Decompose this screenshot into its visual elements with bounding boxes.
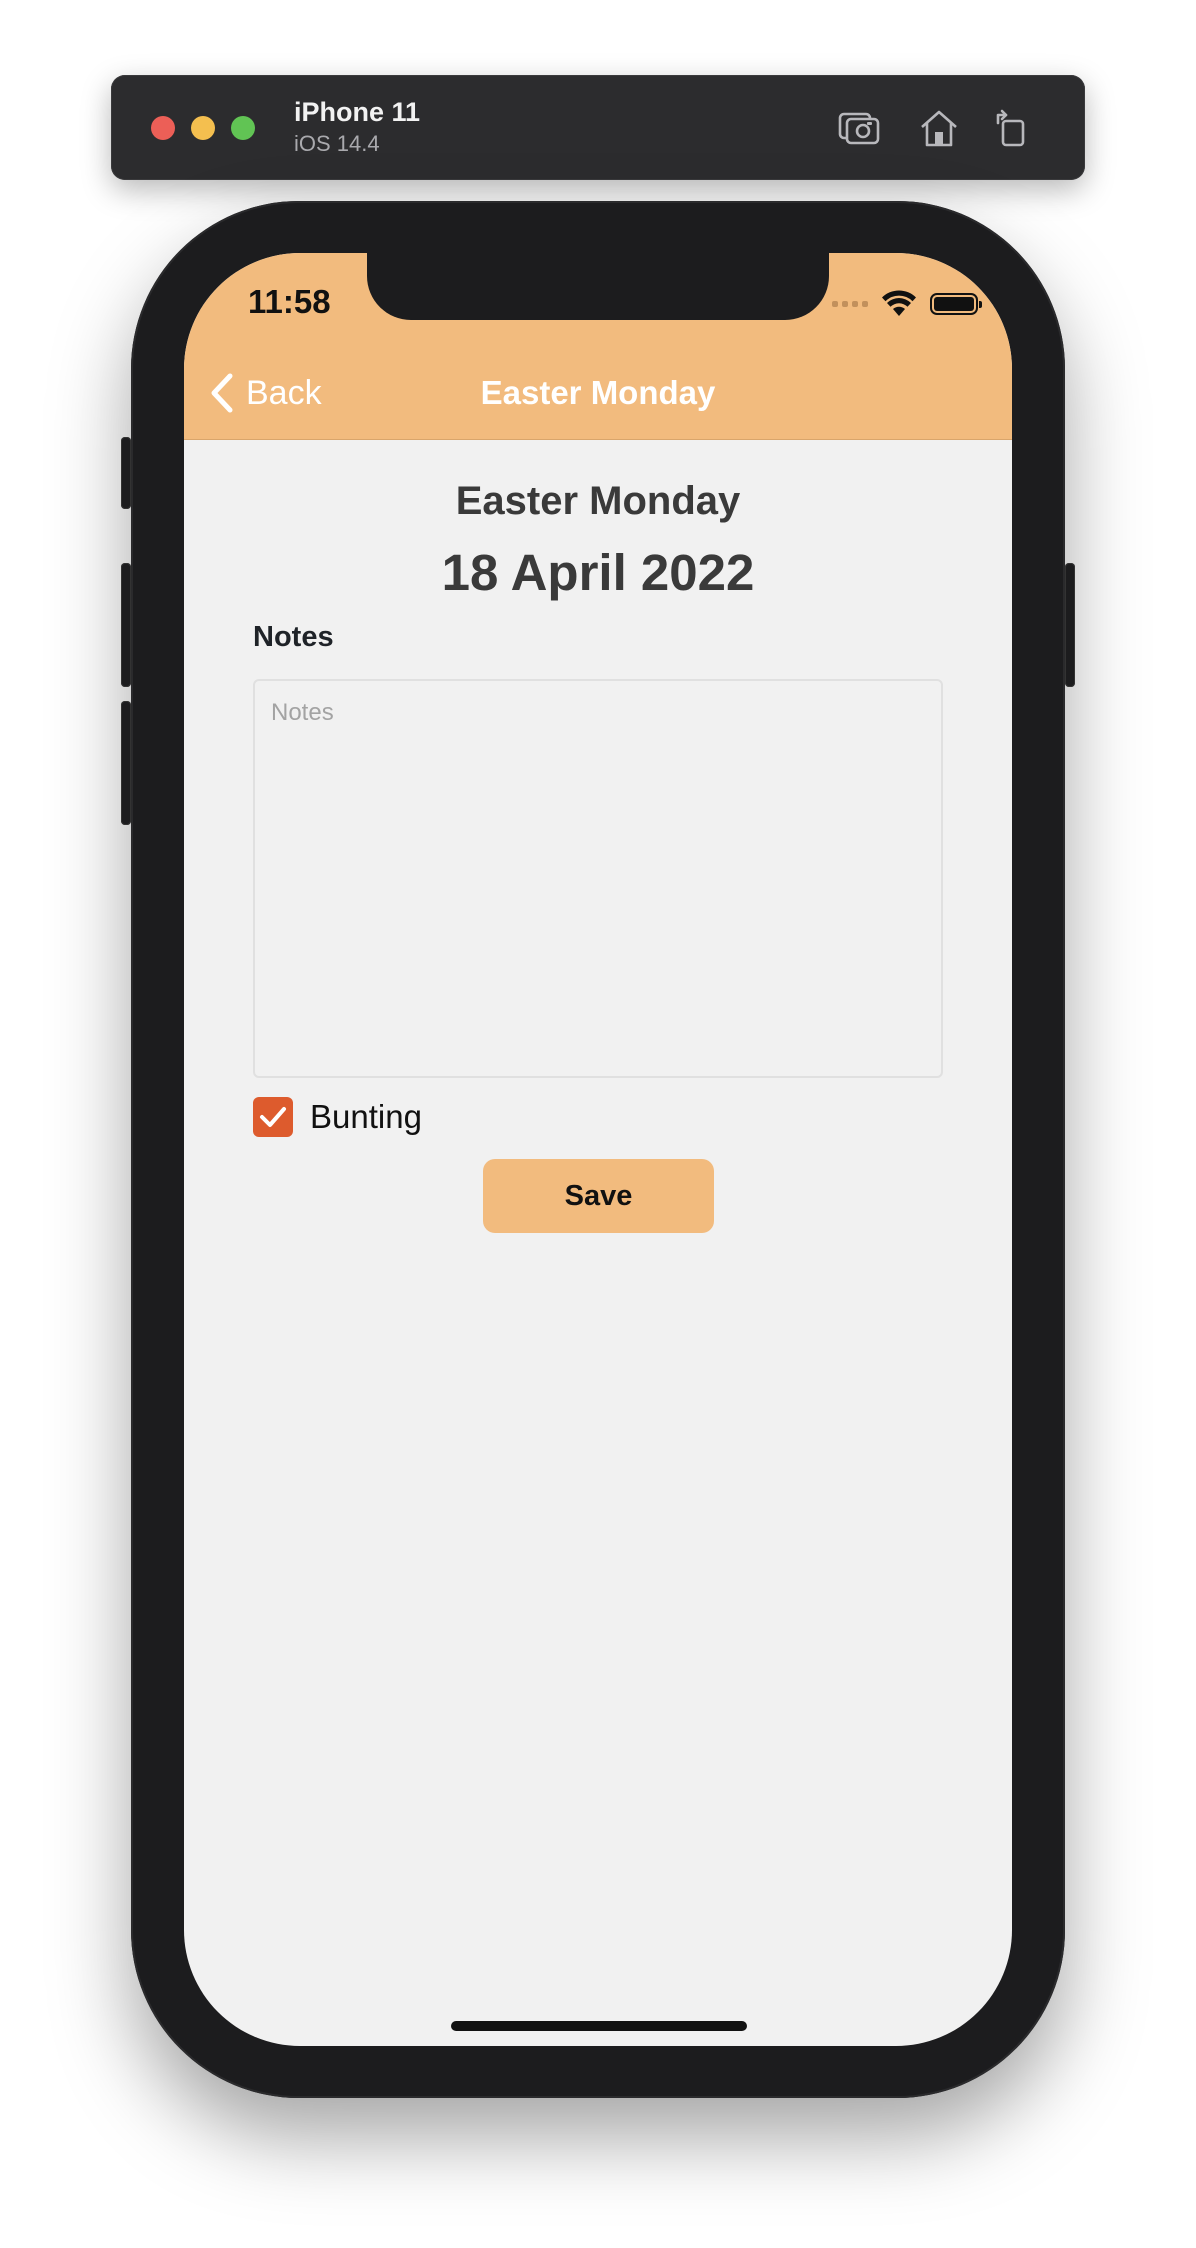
app-screen: 11:58 Back Easter Monday Easter Monday 1… xyxy=(184,253,1012,2046)
device-name: iPhone 11 xyxy=(294,97,421,127)
bunting-label: Bunting xyxy=(310,1098,422,1135)
mute-switch xyxy=(121,437,131,509)
notes-label: Notes xyxy=(253,621,334,653)
holiday-date: 18 April 2022 xyxy=(441,544,755,601)
status-time: 11:58 xyxy=(248,283,331,320)
bunting-option[interactable]: Bunting xyxy=(253,1097,422,1137)
simulator-title-bar: iPhone 11 iOS 14.4 xyxy=(111,75,1085,180)
os-version: iOS 14.4 xyxy=(294,131,380,156)
bunting-checkbox[interactable] xyxy=(253,1097,293,1137)
volume-down-button xyxy=(121,701,131,825)
home-icon[interactable] xyxy=(916,105,962,151)
notes-textarea[interactable] xyxy=(253,679,943,1078)
screenshot-icon[interactable] xyxy=(836,105,882,151)
rotate-icon[interactable] xyxy=(990,105,1036,151)
home-indicator[interactable] xyxy=(451,2021,747,2031)
holiday-name: Easter Monday xyxy=(455,479,741,523)
battery-icon xyxy=(930,293,982,315)
status-indicators xyxy=(832,289,982,319)
nav-title: Easter Monday xyxy=(480,374,716,411)
power-button xyxy=(1065,563,1075,687)
close-window-button[interactable] xyxy=(151,116,175,140)
volume-up-button xyxy=(121,563,131,687)
phone-frame: 11:58 Back Easter Monday Easter Monday 1… xyxy=(121,201,1075,2098)
stage: iPhone 11 iOS 14.4 11:58 Back Easter Mon… xyxy=(0,0,1196,2248)
zoom-window-button[interactable] xyxy=(231,116,255,140)
checkmark-icon xyxy=(260,1107,286,1127)
cellular-signal-icon xyxy=(832,301,868,307)
save-button[interactable]: Save xyxy=(483,1159,714,1233)
wifi-icon xyxy=(882,290,916,316)
notch xyxy=(367,253,829,320)
minimize-window-button[interactable] xyxy=(191,116,215,140)
